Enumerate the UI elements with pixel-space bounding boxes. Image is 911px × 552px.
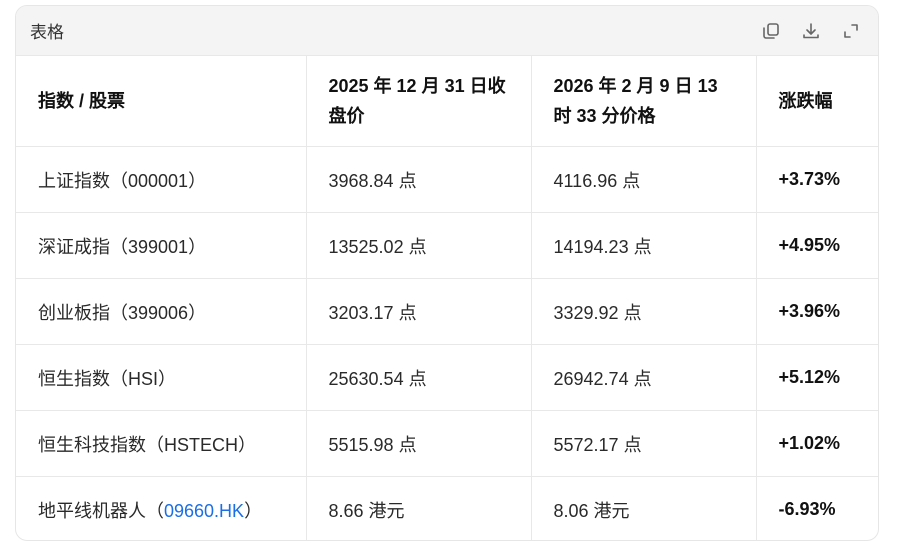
cell-price: 5572.17 点 bbox=[531, 410, 757, 477]
download-icon[interactable] bbox=[800, 20, 822, 42]
cell-change: -6.93% bbox=[778, 499, 836, 519]
cell-change: +3.73% bbox=[756, 146, 878, 213]
table-card: 表格 指数 / 股票 2025 年 12 月 31 日收盘价 2026 年 2 … bbox=[15, 5, 879, 541]
expand-icon[interactable] bbox=[840, 20, 862, 42]
cell-name: 上证指数（000001） bbox=[16, 146, 307, 213]
row-name: 上证指数 bbox=[38, 170, 110, 191]
header-price: 2026 年 2 月 9 日 13 时 33 分价格 bbox=[531, 56, 757, 147]
table-row: 地平线机器人（09660.HK） 8.66 港元 8.06 港元 -6.93% bbox=[16, 476, 878, 540]
header-close: 2025 年 12 月 31 日收盘价 bbox=[306, 56, 532, 147]
cell-close: 3203.17 点 bbox=[306, 278, 532, 345]
row-name: 地平线机器人 bbox=[38, 500, 146, 521]
table-row: 创业板指（399006） 3203.17 点 3329.92 点 +3.96% bbox=[16, 278, 878, 345]
data-table: 指数 / 股票 2025 年 12 月 31 日收盘价 2026 年 2 月 9… bbox=[16, 56, 878, 540]
row-name: 深证成指 bbox=[38, 236, 110, 257]
cell-price: 26942.74 点 bbox=[531, 344, 757, 411]
cell-price: 14194.23 点 bbox=[531, 212, 757, 279]
cell-price: 3329.92 点 bbox=[531, 278, 757, 345]
cell-close: 3968.84 点 bbox=[306, 146, 532, 213]
cell-change: +4.95% bbox=[756, 212, 878, 279]
row-code: HSTECH bbox=[164, 434, 239, 455]
cell-close: 5515.98 点 bbox=[306, 410, 532, 477]
cell-name: 恒生指数（HSI） bbox=[16, 344, 307, 411]
cell-close: 8.66 港元 bbox=[306, 476, 532, 540]
cell-close: 25630.54 点 bbox=[306, 344, 532, 411]
row-code: 399001 bbox=[128, 236, 189, 257]
stock-code-link[interactable]: 09660.HK bbox=[164, 501, 244, 521]
cell-price: 4116.96 点 bbox=[531, 146, 757, 213]
header-change: 涨跌幅 bbox=[756, 56, 878, 147]
cell-name: 深证成指（399001） bbox=[16, 212, 307, 279]
table-row: 恒生科技指数（HSTECH） 5515.98 点 5572.17 点 +1.02… bbox=[16, 410, 878, 477]
card-header: 表格 bbox=[16, 6, 878, 56]
table-row: 恒生指数（HSI） 25630.54 点 26942.74 点 +5.12% bbox=[16, 344, 878, 411]
card-toolbar bbox=[760, 20, 862, 42]
cell-close: 13525.02 点 bbox=[306, 212, 532, 279]
row-code: 000001 bbox=[128, 170, 189, 191]
card-title: 表格 bbox=[30, 23, 64, 42]
row-name: 创业板指 bbox=[38, 302, 110, 323]
copy-icon[interactable] bbox=[760, 20, 782, 42]
header-name: 指数 / 股票 bbox=[16, 56, 307, 147]
cell-change: +3.96% bbox=[756, 278, 878, 345]
cell-change: +1.02% bbox=[756, 410, 878, 477]
cell-name: 地平线机器人（09660.HK） bbox=[16, 476, 307, 540]
row-code: 399006 bbox=[128, 302, 189, 323]
row-name: 恒生科技指数 bbox=[38, 434, 146, 455]
cell-name: 创业板指（399006） bbox=[16, 278, 307, 345]
table-header-row: 指数 / 股票 2025 年 12 月 31 日收盘价 2026 年 2 月 9… bbox=[16, 56, 878, 147]
cell-name: 恒生科技指数（HSTECH） bbox=[16, 410, 307, 477]
row-name: 恒生指数 bbox=[38, 368, 110, 389]
cell-change: +5.12% bbox=[756, 344, 878, 411]
table-row: 深证成指（399001） 13525.02 点 14194.23 点 +4.95… bbox=[16, 212, 878, 279]
table-row: 上证指数（000001） 3968.84 点 4116.96 点 +3.73% bbox=[16, 146, 878, 213]
row-code: HSI bbox=[128, 368, 159, 389]
cell-price: 8.06 港元 bbox=[531, 476, 757, 540]
